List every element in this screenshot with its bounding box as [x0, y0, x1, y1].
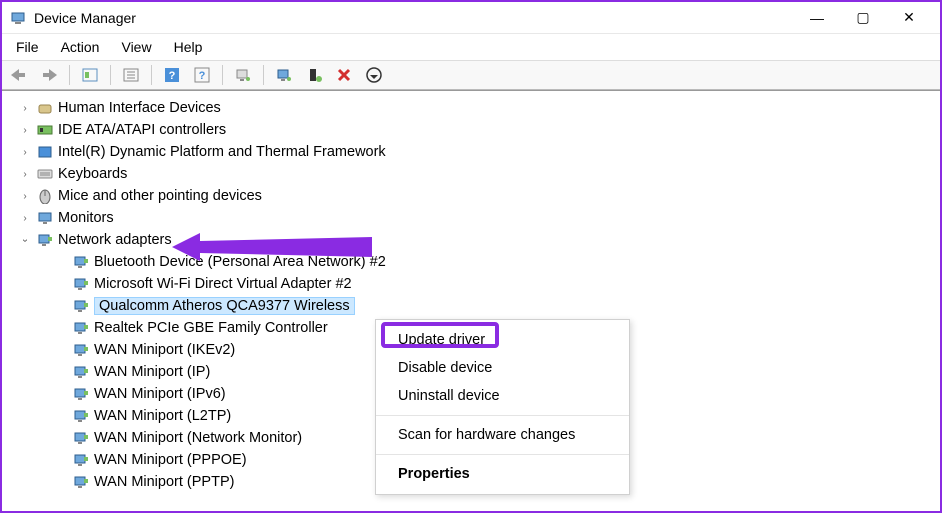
nav-back-icon[interactable] [6, 64, 32, 86]
menu-help[interactable]: Help [164, 35, 213, 59]
enable-device-icon[interactable] [301, 64, 327, 86]
titlebar: Device Manager — ▢ ✕ [2, 2, 940, 34]
network-device-icon [72, 452, 90, 468]
context-menu-uninstall-device[interactable]: Uninstall device [376, 382, 629, 410]
monitor-icon [36, 210, 54, 226]
category-mice[interactable]: › Mice and other pointing devices [18, 185, 940, 207]
hid-icon [36, 100, 54, 116]
toolbar-separator [151, 65, 152, 85]
category-keyboards[interactable]: › Keyboards [18, 163, 940, 185]
context-menu-disable-device[interactable]: Disable device [376, 354, 629, 382]
properties-icon[interactable] [118, 64, 144, 86]
show-hide-console-icon[interactable] [77, 64, 103, 86]
network-device-icon [72, 320, 90, 336]
category-human-interface-devices[interactable]: › Human Interface Devices [18, 97, 940, 119]
network-device-icon [72, 298, 90, 314]
menu-file[interactable]: File [6, 35, 49, 59]
add-legacy-hardware-icon[interactable] [361, 64, 387, 86]
category-network-adapters[interactable]: › Network adapters [18, 229, 940, 251]
network-adapter-icon [36, 232, 54, 248]
svg-text:?: ? [169, 70, 176, 82]
close-button[interactable]: ✕ [886, 2, 932, 34]
device-manager-icon [10, 10, 26, 26]
nav-forward-icon[interactable] [36, 64, 62, 86]
mouse-icon [36, 188, 54, 204]
device-bluetooth-pan[interactable]: Bluetooth Device (Personal Area Network)… [54, 251, 940, 273]
keyboard-icon [36, 166, 54, 182]
context-menu-properties[interactable]: Properties [376, 460, 629, 488]
network-device-icon [72, 254, 90, 270]
toolbar-separator [222, 65, 223, 85]
menu-view[interactable]: View [111, 35, 161, 59]
toolbar-separator [69, 65, 70, 85]
context-menu-scan-hardware[interactable]: Scan for hardware changes [376, 421, 629, 449]
intel-icon [36, 144, 54, 160]
menu-action[interactable]: Action [51, 35, 110, 59]
network-device-icon [72, 276, 90, 292]
ide-controller-icon [36, 122, 54, 138]
help-topic-icon[interactable]: ? [189, 64, 215, 86]
category-intel-dptf[interactable]: › Intel(R) Dynamic Platform and Thermal … [18, 141, 940, 163]
context-menu-separator [376, 415, 629, 416]
context-menu: Update driver Disable device Uninstall d… [375, 319, 630, 495]
device-wifi-direct[interactable]: Microsoft Wi-Fi Direct Virtual Adapter #… [54, 273, 940, 295]
svg-text:?: ? [199, 70, 206, 82]
toolbar: ? ? [2, 60, 940, 90]
category-monitors[interactable]: › Monitors [18, 207, 940, 229]
expand-icon[interactable]: › [18, 103, 32, 114]
expand-icon[interactable]: › [18, 213, 32, 224]
network-device-icon [72, 474, 90, 490]
collapse-icon[interactable]: › [20, 233, 31, 247]
expand-icon[interactable]: › [18, 125, 32, 136]
context-menu-update-driver[interactable]: Update driver [376, 326, 629, 354]
network-device-icon [72, 364, 90, 380]
uninstall-device-icon[interactable] [331, 64, 357, 86]
network-device-icon [72, 430, 90, 446]
expand-icon[interactable]: › [18, 169, 32, 180]
toolbar-separator [263, 65, 264, 85]
expand-icon[interactable]: › [18, 147, 32, 158]
network-device-icon [72, 408, 90, 424]
scan-hardware-icon[interactable] [230, 64, 256, 86]
device-qualcomm-atheros[interactable]: Qualcomm Atheros QCA9377 Wireless [54, 295, 940, 317]
update-driver-icon[interactable] [271, 64, 297, 86]
network-device-icon [72, 386, 90, 402]
window-title: Device Manager [34, 10, 794, 26]
minimize-button[interactable]: — [794, 2, 840, 34]
context-menu-separator [376, 454, 629, 455]
maximize-button[interactable]: ▢ [840, 2, 886, 34]
help-icon[interactable]: ? [159, 64, 185, 86]
menubar: File Action View Help [2, 34, 940, 60]
expand-icon[interactable]: › [18, 191, 32, 202]
toolbar-separator [110, 65, 111, 85]
category-ide-ata-atapi[interactable]: › IDE ATA/ATAPI controllers [18, 119, 940, 141]
network-device-icon [72, 342, 90, 358]
